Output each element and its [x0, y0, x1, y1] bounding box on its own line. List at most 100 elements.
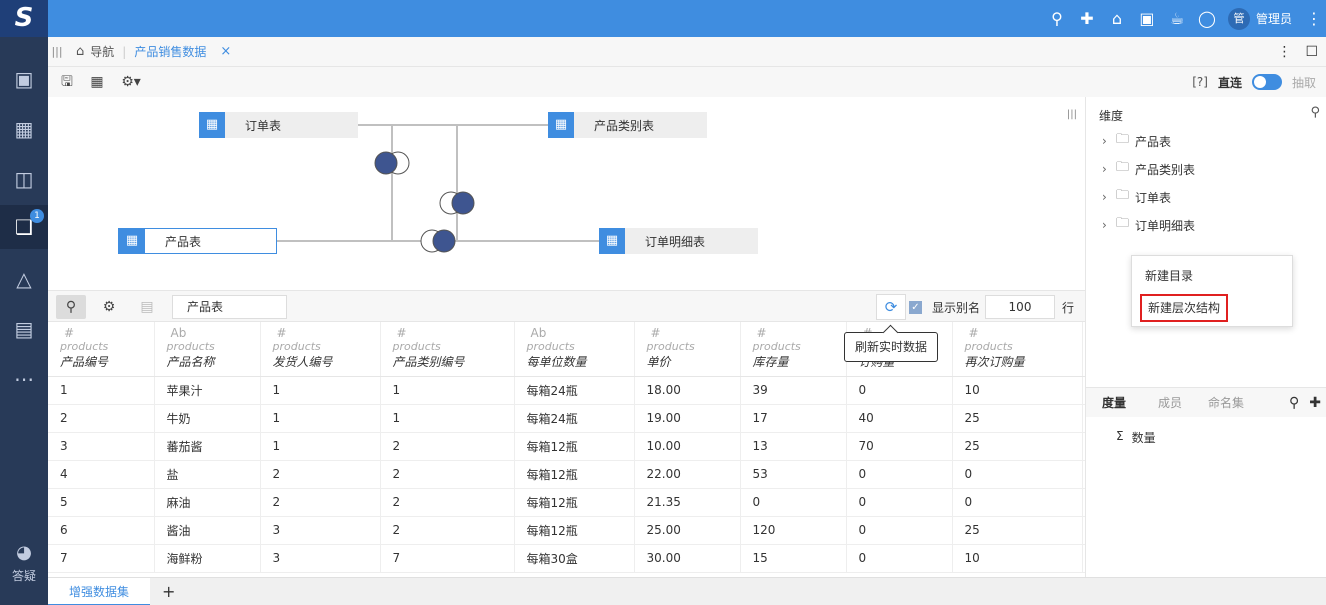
measure-item[interactable]: Σ 数量	[1116, 429, 1156, 446]
table-icon: ▦	[119, 228, 145, 254]
current-table-name: 产品表	[172, 295, 287, 319]
save-as-icon[interactable]: ▦	[86, 71, 108, 93]
dimension-item[interactable]: › 🗀 产品类别表	[1102, 159, 1195, 179]
table-node[interactable]: ▦ 订单表	[199, 112, 358, 138]
table-row[interactable]: 2牛奶11每箱24瓶19.001740250	[48, 404, 1085, 433]
table-cell: 25.00	[634, 516, 741, 545]
avatar[interactable]: 管	[1227, 7, 1250, 30]
column-header[interactable]: Ab products 每单位数量	[514, 322, 635, 377]
dimension-item[interactable]: › 🗀 产品表	[1102, 131, 1171, 151]
table-icon: ▦	[548, 112, 574, 138]
column-header[interactable]: # products 发货人编号	[260, 322, 381, 377]
field-settings-icon[interactable]: ⚙	[94, 295, 124, 319]
add-tab-button[interactable]: +	[162, 578, 175, 605]
show-alias-checkbox[interactable]: ✓	[909, 301, 922, 314]
refresh-icon[interactable]: ⟳	[876, 294, 906, 320]
home-nav-icon[interactable]: ⌂	[76, 44, 84, 59]
table-row[interactable]: 7海鲜粉37每箱30盒30.00150100	[48, 544, 1085, 573]
column-header[interactable]: # products 再次订购量	[952, 322, 1083, 377]
tab-named-sets[interactable]: 命名集	[1208, 388, 1244, 418]
table-row[interactable]: 5麻油22每箱12瓶21.350001	[48, 488, 1085, 517]
table-cell: 30.00	[634, 544, 741, 573]
table-node[interactable]: ▦ 订单明细表	[599, 228, 758, 254]
join-icon[interactable]	[374, 151, 410, 175]
dimension-item[interactable]: › 🗀 订单明细表	[1102, 215, 1195, 235]
bar-chart-icon[interactable]: ▤	[0, 307, 48, 351]
column-source: products	[646, 340, 695, 353]
database-icon[interactable]: ◫	[0, 157, 48, 201]
add-icon[interactable]: ✚	[1309, 395, 1321, 411]
join-icon[interactable]	[439, 191, 475, 215]
table-node-label: 产品表	[165, 234, 202, 249]
more-dots-icon[interactable]: ⋯	[0, 357, 48, 401]
canvas-grip-icon[interactable]: |||	[1067, 109, 1077, 120]
measure-label: 数量	[1131, 431, 1156, 445]
apps-icon[interactable]: ▦	[0, 107, 48, 151]
table-cell: 5	[48, 488, 155, 517]
bell-icon[interactable]: ☕	[1162, 9, 1192, 28]
bag-icon[interactable]: ▣	[1132, 9, 1162, 28]
search-icon[interactable]: ⚲	[1289, 395, 1299, 411]
sigma-icon: Σ	[1116, 429, 1124, 443]
table-cell: 1	[260, 432, 381, 461]
preview-data-icon[interactable]: ⚲	[56, 295, 86, 319]
table-cell: 盐	[154, 460, 261, 489]
more-icon[interactable]: ⋮	[1302, 9, 1326, 28]
column-source: products	[752, 340, 801, 353]
help-button[interactable]: [?]	[1192, 75, 1208, 89]
search-icon[interactable]: ⚲	[1310, 105, 1320, 120]
table-row[interactable]: 1苹果汁11每箱24瓶18.00390101	[48, 376, 1085, 405]
search-icon[interactable]: ⚲	[1042, 9, 1072, 28]
table-cell: 17	[740, 404, 847, 433]
column-type-icon: #	[650, 326, 661, 340]
table-cell: 2	[260, 460, 381, 489]
table-row[interactable]: 6酱油32每箱12瓶25.001200250	[48, 516, 1085, 545]
join-icon[interactable]	[420, 229, 456, 253]
column-header[interactable]: Ab products 产品名称	[154, 322, 261, 377]
tab-members[interactable]: 成员	[1158, 388, 1182, 418]
qa-button[interactable]: ◕ 答疑	[0, 542, 48, 584]
maximize-icon[interactable]: ☐	[1305, 44, 1318, 60]
tab-separator: |	[122, 44, 127, 59]
user-name[interactable]: 管理员	[1256, 10, 1292, 27]
table-row[interactable]: 3蕃茄酱12每箱12瓶10.001370250	[48, 432, 1085, 461]
column-header[interactable]: # products 产品编号	[48, 322, 155, 377]
show-alias-label: 显示别名	[932, 301, 981, 315]
measure-tools: ⚲ ✚	[1289, 388, 1321, 418]
table-node-label: 订单明细表	[645, 234, 706, 249]
tab-current[interactable]: 产品销售数据	[134, 43, 206, 60]
tab-nav[interactable]: 导航	[90, 43, 114, 60]
table-node-selected[interactable]: ▦ 产品表	[118, 228, 277, 254]
table-cell: 3	[260, 544, 381, 573]
app-logo[interactable]: S	[0, 0, 48, 37]
column-header[interactable]: # products 产品类别编号	[380, 322, 515, 377]
chart-area-icon[interactable]: △	[0, 257, 48, 301]
table-row[interactable]: 4盐22每箱12瓶22.0053000	[48, 460, 1085, 489]
settings-dropdown-icon[interactable]: ⚙▾	[116, 71, 146, 93]
table-node-label: 产品类别表	[594, 118, 655, 133]
clipboard-icon[interactable]: ▤	[132, 295, 162, 319]
table-cell: 25	[952, 516, 1083, 545]
rows-input[interactable]: 100	[985, 295, 1055, 319]
cube-icon[interactable]: ❑ 1	[0, 205, 48, 249]
tab-measures[interactable]: 度量	[1102, 388, 1126, 418]
tab-enhanced-dataset[interactable]: 增强数据集	[48, 578, 150, 605]
home-icon[interactable]: ⌂	[1102, 9, 1132, 28]
monitor-icon[interactable]: ▣	[0, 57, 48, 101]
close-tab-icon[interactable]: ×	[220, 44, 231, 59]
mode-toggle[interactable]	[1251, 74, 1282, 90]
table-cell: 10	[952, 544, 1083, 573]
table-cell: 1	[260, 376, 381, 405]
save-icon[interactable]: 🖫	[56, 71, 78, 93]
dimension-item[interactable]: › 🗀 订单表	[1102, 187, 1171, 207]
chat-icon[interactable]: ◯	[1192, 9, 1222, 28]
table-node[interactable]: ▦ 产品类别表	[548, 112, 707, 138]
column-header[interactable]: # products 单价	[634, 322, 741, 377]
more-vertical-icon[interactable]: ⋮	[1277, 44, 1291, 60]
collapse-grip-icon[interactable]: |||	[48, 45, 66, 58]
plus-icon[interactable]: ✚	[1072, 9, 1102, 28]
tab-strip-actions: ⋮ ☐	[1277, 37, 1318, 67]
menu-item-new-folder[interactable]: 新建目录	[1145, 266, 1193, 286]
column-header[interactable]: # products 库存量	[740, 322, 847, 377]
menu-item-new-hierarchy[interactable]: 新建层次结构	[1140, 294, 1229, 322]
